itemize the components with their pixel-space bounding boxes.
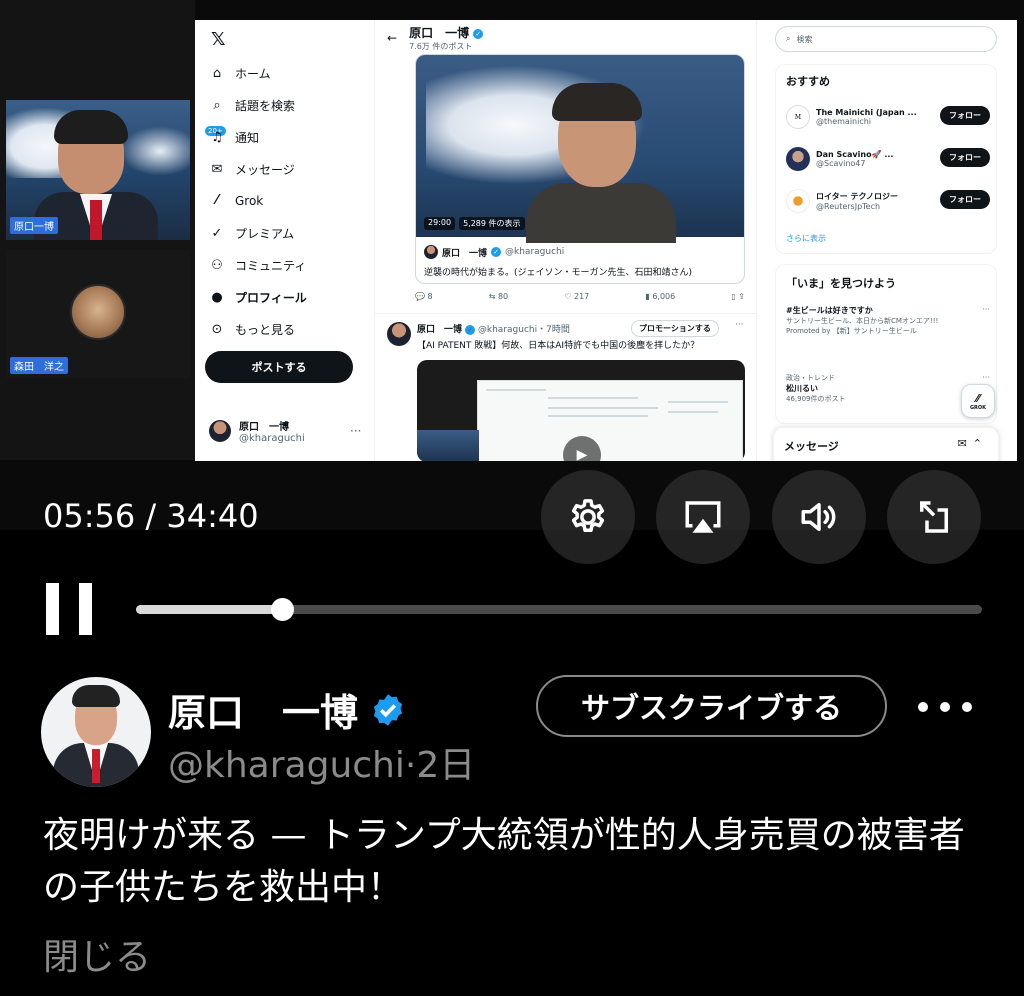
trend-item: 政治・トレンド 松川るい 46,909件のポスト ··· xyxy=(786,373,990,403)
airplay-button[interactable] xyxy=(656,470,750,564)
search-icon: ⌕ xyxy=(213,98,221,113)
views-icon: ▮ 6,006 xyxy=(645,292,676,301)
trend-item: #生ビールは好きですか サントリー生ビール、本日から新CMオンエア!!! Pro… xyxy=(786,305,990,335)
search-icon: ⌕ xyxy=(786,34,791,43)
more-icon: ··· xyxy=(735,320,744,330)
pinned-author: 原口 一博 ✓ @kharaguchi xyxy=(424,245,564,259)
more-icon: ··· xyxy=(350,424,362,438)
tweet-item: 原口 一博 ✓ @kharaguchi・7時間 プロモーションする ··· 【AI… xyxy=(375,313,757,461)
recommend-item: Dan Scavino🚀 ... @Scavino47 フォロー xyxy=(786,145,990,173)
follow-button: フォロー xyxy=(940,190,990,209)
x-post-button: ポストする xyxy=(205,351,353,383)
avatar[interactable] xyxy=(41,677,151,787)
pinned-video-card: 29:00 5,289 件の表示 原口 一博 ✓ @kharaguchi 逆襲の時代が… xyxy=(415,54,745,284)
reply-icon: 💬 8 xyxy=(415,292,433,301)
tweet-video: ▶ xyxy=(417,360,745,461)
shared-x-screen: 𝕏 ⌂ ホーム ⌕ 話題を検索 20+ ♫ 通知 ✉ メッセージ ⁄ Grok ✓ プレミア… xyxy=(195,20,1017,461)
participant-name-tag: 原口一博 xyxy=(10,217,58,234)
progress-handle[interactable] xyxy=(270,598,294,621)
author-handle[interactable]: @kharaguchi·2日 xyxy=(168,736,475,788)
grok-icon: ⁄⁄ GROK xyxy=(961,384,995,418)
verified-icon xyxy=(373,693,403,726)
more-options-button[interactable] xyxy=(918,702,972,712)
x-right-sidebar: ⌕ 検索 おすすめ M The Mainichi (Japan ... @thema… xyxy=(767,20,1017,461)
rotate-button[interactable] xyxy=(887,470,981,564)
subscribe-button[interactable]: サブスクライブする xyxy=(536,675,887,737)
nav-communities: ⚇ コミュニティ xyxy=(209,257,306,274)
pause-button[interactable] xyxy=(46,583,92,635)
progress-fill xyxy=(136,605,282,614)
nav-more: ⊙ もっと見る xyxy=(209,321,295,338)
pinned-text: 逆襲の時代が始まる。(ジェイソン・モーガン先生、石田和靖さん) xyxy=(424,268,693,278)
gear-icon xyxy=(571,499,605,533)
nav-premium: ✓ プレミアム xyxy=(209,225,295,242)
verified-icon: ✓ xyxy=(473,28,484,39)
pinned-video-thumbnail: 29:00 5,289 件の表示 xyxy=(416,55,744,243)
promote-button: プロモーションする xyxy=(631,320,719,337)
home-icon: ⌂ xyxy=(212,66,222,81)
participants-panel: 原口一博 森田 洋之 xyxy=(0,0,195,460)
mail-icon: ✉ xyxy=(211,162,223,177)
nav-explore: ⌕ 話題を検索 xyxy=(209,97,295,114)
repost-icon: ⇆ 80 xyxy=(488,292,509,301)
premium-icon: ✓ xyxy=(211,226,223,241)
x-timeline: ← 原口 一博 ✓ 7.6万 件のポスト 29:00 5,289 件の表示 原口 … xyxy=(375,20,757,461)
profile-icon: ● xyxy=(211,290,223,305)
progress-bar[interactable] xyxy=(136,598,982,621)
bookmark-icon: ▯ ⇪ xyxy=(731,292,745,301)
bell-icon: ♫ xyxy=(211,130,223,145)
participant-avatar xyxy=(70,284,126,340)
grok-icon: ⁄ xyxy=(215,193,219,208)
compose-icon: ✉︎⌃ xyxy=(957,437,988,450)
x-account-switcher: 原口 一博 @kharaguchi xyxy=(209,418,305,444)
community-icon: ⚇ xyxy=(211,258,223,273)
recommend-item: ロイター テクノロジー @ReutersJpTech フォロー xyxy=(786,187,990,215)
pause-icon xyxy=(46,583,59,635)
speaker-icon xyxy=(801,503,836,531)
author-name[interactable]: 原口 一博 xyxy=(168,682,406,737)
video-frame[interactable]: 原口一博 森田 洋之 𝕏 ⌂ ホーム ⌕ 話題を検索 20+ ♫ 通知 ✉ メッセージ … xyxy=(0,0,1024,530)
recommend-item: M The Mainichi (Japan ... @themainichi フォ… xyxy=(786,103,990,131)
nav-home: ⌂ ホーム xyxy=(209,65,271,82)
rotate-icon xyxy=(920,501,948,533)
volume-button[interactable] xyxy=(772,470,866,564)
messages-drawer: メッセージ ✉︎⌃ xyxy=(773,427,999,461)
participant-tile-second: 森田 洋之 xyxy=(6,250,190,378)
x-sidebar-nav: 𝕏 ⌂ ホーム ⌕ 話題を検索 20+ ♫ 通知 ✉ メッセージ ⁄ Grok ✓ プレミア… xyxy=(195,20,375,461)
nav-messages: ✉ メッセージ xyxy=(209,161,295,178)
x-logo-icon: 𝕏 xyxy=(211,29,226,50)
tweet-actions: 💬 8 ⇆ 80 ♡ 217 ▮ 6,006 ▯ ⇪ xyxy=(415,292,745,301)
airplay-icon xyxy=(685,501,721,533)
post-text: 夜明けが来る — トランプ大統領が性的人身売買の被害者の子供たちを救出中！ xyxy=(43,815,965,908)
x-search-box: ⌕ 検索 xyxy=(775,26,997,52)
avatar xyxy=(387,322,411,346)
nav-notifications: ♫ 通知 xyxy=(209,129,259,146)
close-button[interactable]: 閉じる xyxy=(43,928,151,980)
x-profile-header: ← 原口 一博 ✓ 7.6万 件のポスト xyxy=(387,24,484,52)
more-icon xyxy=(918,702,928,712)
more-circle-icon: ⊙ xyxy=(211,322,223,337)
participant-tile-main: 原口一博 xyxy=(6,100,190,240)
avatar xyxy=(209,420,231,442)
like-icon: ♡ 217 xyxy=(564,292,590,301)
playback-time: 05:56 / 34:40 xyxy=(43,497,259,535)
nav-grok: ⁄ Grok xyxy=(209,193,263,208)
back-arrow-icon: ← xyxy=(387,31,398,45)
follow-button: フォロー xyxy=(940,106,990,125)
nav-profile: ● プロフィール xyxy=(209,289,306,306)
participant-name-tag: 森田 洋之 xyxy=(10,357,68,374)
settings-button[interactable] xyxy=(541,470,635,564)
recommend-panel: おすすめ M The Mainichi (Japan ... @themainic… xyxy=(775,64,997,254)
follow-button: フォロー xyxy=(940,148,990,167)
